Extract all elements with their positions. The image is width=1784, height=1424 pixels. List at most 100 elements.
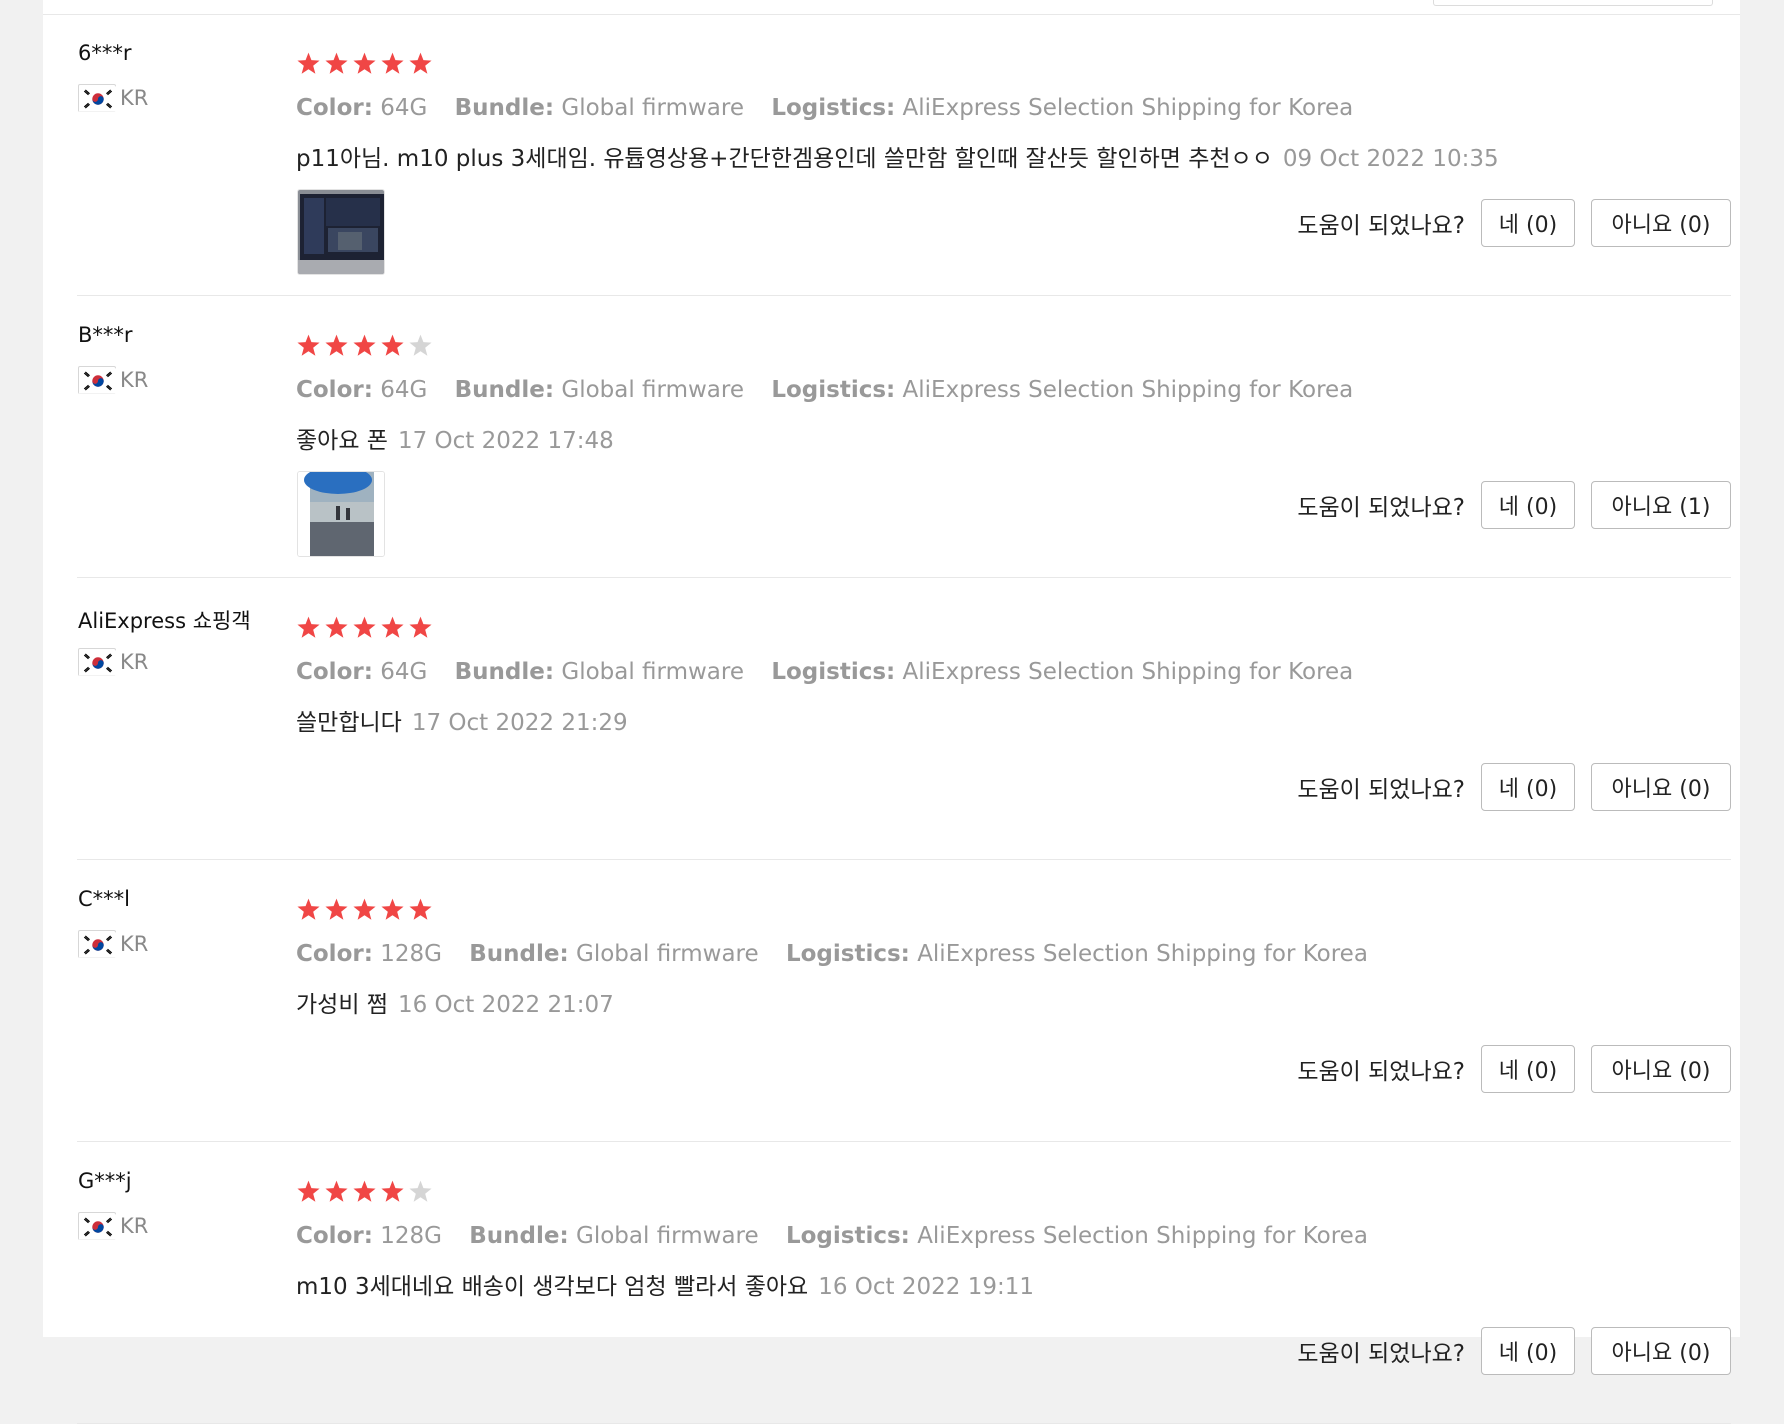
- review-content: 좋아요 폰 17 Oct 2022 17:48: [296, 421, 614, 455]
- korea-flag-icon: [78, 648, 117, 676]
- country-code: KR: [120, 86, 149, 110]
- sku-info: Color: 64G Bundle: Global firmware Logis…: [296, 95, 1353, 121]
- color-label: Color:: [296, 1223, 373, 1249]
- reviewer-country: KR: [78, 647, 148, 677]
- helpful-yes-button[interactable]: 네 (0): [1481, 1045, 1575, 1093]
- review-divider: [77, 1141, 1731, 1142]
- star-empty-icon: [409, 1180, 432, 1202]
- review-item: B***r KR Color: 64G Bundle: Global firmw…: [43, 297, 1731, 578]
- review-photo-thumbnail[interactable]: [297, 471, 385, 557]
- helpful-no-button[interactable]: 아니요 (0): [1591, 1045, 1731, 1093]
- country-code: KR: [120, 368, 149, 392]
- helpful-no-button[interactable]: 아니요 (0): [1591, 1327, 1731, 1375]
- review-content: p11아님. m10 plus 3세대임. 유튭영상용+간단한겜용인데 쓸만함 …: [296, 139, 1499, 173]
- star-filled-icon: [353, 334, 376, 356]
- review-photo-thumbnail[interactable]: [297, 189, 385, 275]
- review-date: 17 Oct 2022 21:29: [411, 710, 628, 736]
- country-code: KR: [120, 650, 149, 674]
- helpful-no-button[interactable]: 아니요 (0): [1591, 199, 1731, 247]
- sku-info: Color: 128G Bundle: Global firmware Logi…: [296, 941, 1368, 967]
- review-content: m10 3세대네요 배송이 생각보다 엄청 빨라서 좋아요 16 Oct 2022…: [296, 1267, 1034, 1301]
- korea-flag-icon: [78, 366, 117, 394]
- star-filled-icon: [381, 334, 404, 356]
- helpful-yes-button[interactable]: 네 (0): [1481, 763, 1575, 811]
- star-filled-icon: [353, 52, 376, 74]
- star-filled-icon: [409, 898, 432, 920]
- review-text: 가성비 쩜: [296, 992, 388, 1018]
- review-item: 6***r KR Color: 64G Bundle: Global firmw…: [43, 15, 1731, 296]
- bundle-value: Global firmware: [561, 659, 745, 685]
- star-filled-icon: [381, 898, 404, 920]
- sku-info: Color: 64G Bundle: Global firmware Logis…: [296, 659, 1353, 685]
- helpful-yes-button[interactable]: 네 (0): [1481, 1327, 1575, 1375]
- korea-flag-icon: [78, 84, 117, 112]
- review-item: G***j KR Color: 128G Bundle: Global firm…: [43, 1143, 1731, 1424]
- review-content: 가성비 쩜 16 Oct 2022 21:07: [296, 985, 614, 1019]
- star-filled-icon: [353, 1180, 376, 1202]
- reviewer-country: KR: [78, 365, 148, 395]
- star-filled-icon: [325, 334, 348, 356]
- logistics-value: AliExpress Selection Shipping for Korea: [917, 941, 1368, 967]
- color-value: 128G: [380, 1223, 442, 1249]
- helpful-yes-button[interactable]: 네 (0): [1481, 481, 1575, 529]
- helpful-vote: 도움이 되었나요? 네 (0) 아니요 (0): [1297, 1326, 1731, 1376]
- review-text: p11아님. m10 plus 3세대임. 유튭영상용+간단한겜용인데 쓸만함 …: [296, 146, 1273, 172]
- star-filled-icon: [409, 616, 432, 638]
- bundle-label: Bundle:: [454, 95, 555, 121]
- star-filled-icon: [409, 52, 432, 74]
- review-date: 17 Oct 2022 17:48: [397, 428, 614, 454]
- color-label: Color:: [296, 377, 373, 403]
- review-date: 09 Oct 2022 10:35: [1282, 146, 1499, 172]
- bundle-label: Bundle:: [454, 377, 555, 403]
- star-filled-icon: [325, 1180, 348, 1202]
- review-text: 좋아요 폰: [296, 428, 388, 454]
- bundle-label: Bundle:: [469, 941, 569, 967]
- logistics-label: Logistics:: [771, 659, 896, 685]
- star-rating: [296, 51, 433, 76]
- star-filled-icon: [381, 52, 404, 74]
- helpful-no-button[interactable]: 아니요 (0): [1591, 763, 1731, 811]
- reviewer-country: KR: [78, 83, 148, 113]
- color-value: 64G: [380, 95, 428, 121]
- logistics-value: AliExpress Selection Shipping for Korea: [917, 1223, 1368, 1249]
- reviewer-name: AliExpress 쇼핑객: [78, 609, 251, 633]
- review-item: C***l KR Color: 128G Bundle: Global firm…: [43, 861, 1731, 1142]
- review-divider: [77, 295, 1731, 296]
- helpful-no-button[interactable]: 아니요 (1): [1591, 481, 1731, 529]
- star-filled-icon: [381, 616, 404, 638]
- country-code: KR: [120, 932, 149, 956]
- country-code: KR: [120, 1214, 149, 1238]
- color-value: 64G: [380, 377, 428, 403]
- review-date: 16 Oct 2022 21:07: [397, 992, 614, 1018]
- reviews-panel: 6***r KR Color: 64G Bundle: Global firmw…: [43, 0, 1740, 1424]
- bundle-value: Global firmware: [576, 941, 759, 967]
- review-divider: [77, 859, 1731, 860]
- star-rating: [296, 333, 433, 358]
- color-label: Color:: [296, 659, 373, 685]
- sort-select-bottom-edge[interactable]: [1433, 0, 1713, 6]
- review-date: 16 Oct 2022 19:11: [818, 1274, 1035, 1300]
- review-content: 쓸만합니다 17 Oct 2022 21:29: [296, 703, 628, 737]
- star-rating: [296, 1179, 433, 1204]
- color-value: 128G: [380, 941, 442, 967]
- helpful-yes-button[interactable]: 네 (0): [1481, 199, 1575, 247]
- outdoor-photo-image: [298, 472, 384, 556]
- review-text: m10 3세대네요 배송이 생각보다 엄청 빨라서 좋아요: [296, 1274, 809, 1300]
- star-filled-icon: [325, 52, 348, 74]
- logistics-label: Logistics:: [771, 377, 896, 403]
- reviewer-name: B***r: [78, 323, 133, 347]
- review-text: 쓸만합니다: [296, 710, 402, 736]
- tablet-photo-image: [298, 190, 384, 274]
- star-filled-icon: [297, 1180, 320, 1202]
- star-empty-icon: [409, 334, 432, 356]
- logistics-value: AliExpress Selection Shipping for Korea: [902, 377, 1354, 403]
- star-filled-icon: [381, 1180, 404, 1202]
- star-rating: [296, 615, 433, 640]
- reviewer-name: 6***r: [78, 41, 132, 65]
- helpful-vote: 도움이 되었나요? 네 (0) 아니요 (0): [1297, 762, 1731, 812]
- color-value: 64G: [380, 659, 428, 685]
- helpful-vote: 도움이 되었나요? 네 (0) 아니요 (0): [1297, 198, 1731, 248]
- korea-flag-icon: [78, 930, 117, 958]
- helpful-vote: 도움이 되었나요? 네 (0) 아니요 (0): [1297, 1044, 1731, 1094]
- korea-flag-icon: [78, 1212, 117, 1240]
